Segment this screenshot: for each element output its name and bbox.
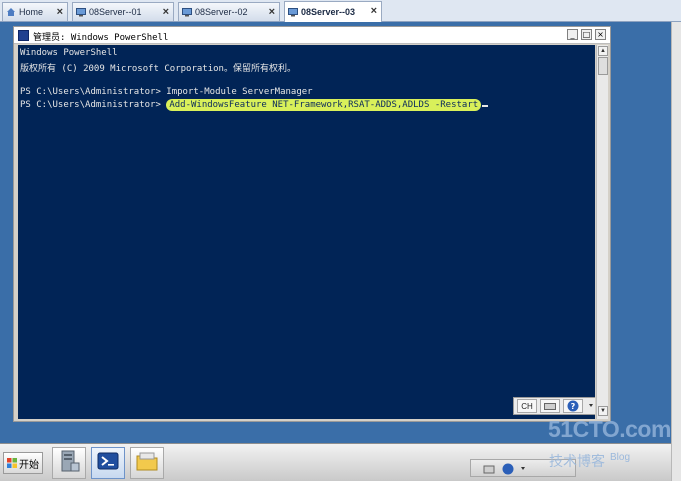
- server-manager-icon: [58, 449, 80, 478]
- help-icon[interactable]: ?: [563, 399, 583, 413]
- highlighted-command: Add-WindowsFeature NET-Framework,RSAT-AD…: [166, 99, 482, 111]
- language-indicator[interactable]: CH: [517, 399, 537, 413]
- window-titlebar[interactable]: 管理员: Windows PowerShell _ □ ×: [14, 27, 610, 44]
- watermark-sub: Blog: [610, 452, 631, 463]
- start-button[interactable]: 开始: [3, 452, 43, 474]
- remote-desktop-icon: [288, 7, 298, 17]
- tab-label: Home: [19, 7, 44, 17]
- tab-08server-02[interactable]: 08Server--02 ×: [178, 2, 280, 21]
- options-icon[interactable]: [521, 467, 525, 470]
- svg-text:?: ?: [571, 402, 576, 411]
- powershell-icon: [97, 451, 119, 476]
- tab-label: 08Server--01: [89, 7, 142, 17]
- keyboard-icon[interactable]: [540, 399, 560, 413]
- maximize-button[interactable]: □: [581, 29, 592, 40]
- close-icon[interactable]: ×: [163, 6, 169, 18]
- console-prompt: PS C:\Users\Administrator>: [20, 100, 167, 110]
- text-cursor: [482, 105, 489, 107]
- start-label: 开始: [19, 459, 39, 471]
- scroll-up-icon[interactable]: ▲: [598, 46, 608, 56]
- close-icon[interactable]: ×: [371, 5, 377, 17]
- minimize-button[interactable]: _: [567, 29, 578, 40]
- console-command-line: PS C:\Users\Administrator> Add-WindowsFe…: [20, 99, 489, 111]
- console-line: 版权所有 (C) 2009 Microsoft Corporation。保留所有…: [20, 64, 296, 74]
- console-scrollbar[interactable]: ▲ ▼: [596, 45, 608, 419]
- powershell-taskbar-button[interactable]: [91, 447, 125, 479]
- tab-label: 08Server--03: [301, 7, 356, 17]
- tab-label: 08Server--02: [195, 7, 248, 17]
- close-icon[interactable]: ×: [57, 6, 63, 18]
- powershell-icon: [18, 30, 29, 41]
- tab-home[interactable]: Home ×: [2, 2, 68, 21]
- scroll-thumb[interactable]: [598, 57, 608, 75]
- scroll-down-icon[interactable]: ▼: [598, 406, 608, 416]
- command-text: Add-WindowsFeature NET-Framework,RSAT-AD…: [169, 100, 479, 110]
- folder-icon: [135, 450, 159, 477]
- remote-desktop-icon: [182, 7, 192, 17]
- help-icon[interactable]: [502, 463, 514, 475]
- remote-desktop-icon: [76, 7, 86, 17]
- watermark-tagline: 技术博客: [549, 454, 605, 470]
- tab-08server-01[interactable]: 08Server--01 ×: [72, 2, 174, 21]
- explorer-taskbar-button[interactable]: [130, 447, 164, 479]
- powershell-window: 管理员: Windows PowerShell _ □ × Windows Po…: [13, 26, 611, 422]
- server-manager-taskbar-button[interactable]: [52, 447, 86, 479]
- language-bar[interactable]: CH ?: [513, 397, 595, 415]
- keyboard-icon[interactable]: [483, 465, 495, 474]
- tab-bar: Home × 08Server--01 × 08Server--02 × 08S…: [0, 0, 681, 22]
- console-line: PS C:\Users\Administrator> Import-Module…: [20, 87, 313, 97]
- outer-scrollbar[interactable]: [671, 22, 681, 481]
- close-button[interactable]: ×: [595, 29, 606, 40]
- watermark-site: 51CTO.com: [548, 416, 671, 442]
- console-line: Windows PowerShell: [20, 48, 118, 58]
- close-icon[interactable]: ×: [269, 6, 275, 18]
- window-title: 管理员: Windows PowerShell: [33, 33, 169, 43]
- console-output[interactable]: Windows PowerShell 版权所有 (C) 2009 Microso…: [18, 45, 595, 419]
- tab-08server-03[interactable]: 08Server--03 ×: [284, 1, 382, 22]
- home-icon: [6, 7, 16, 17]
- options-icon[interactable]: [586, 399, 595, 413]
- windows-logo-icon: [7, 458, 17, 468]
